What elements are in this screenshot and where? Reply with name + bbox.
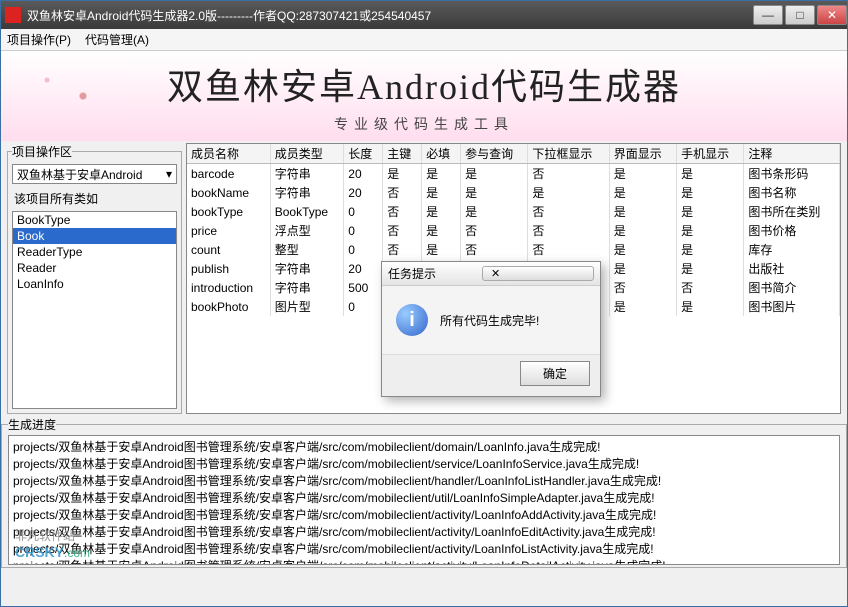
table-row[interactable]: price浮点型0否是否否是是图书价格 — [187, 221, 840, 240]
app-icon — [5, 7, 21, 23]
grid-header[interactable]: 主键 — [383, 144, 422, 164]
table-row[interactable]: bookName字符串20否是是是是是图书名称 — [187, 183, 840, 202]
grid-header[interactable]: 注释 — [744, 144, 840, 164]
menubar: 项目操作(P) 代码管理(A) — [1, 29, 847, 51]
close-button[interactable]: ✕ — [817, 5, 847, 25]
class-list[interactable]: BookTypeBookReaderTypeReaderLoanInfo — [12, 211, 177, 409]
class-item[interactable]: Book — [13, 228, 176, 244]
info-icon: i — [396, 304, 428, 336]
grid-header[interactable]: 手机显示 — [677, 144, 744, 164]
class-item[interactable]: LoanInfo — [13, 276, 176, 292]
menu-project[interactable]: 项目操作(P) — [7, 31, 71, 48]
dialog-ok-button[interactable]: 确定 — [520, 361, 590, 386]
grid-header[interactable]: 成员类型 — [270, 144, 344, 164]
log-line: projects/双鱼林基于安卓Android图书管理系统/安卓客户端/src/… — [13, 523, 835, 540]
table-row[interactable]: barcode字符串20是是是否是是图书条形码 — [187, 164, 840, 184]
project-panel: 项目操作区 双鱼林基于安卓Android 该项目所有类如 BookTypeBoo… — [7, 143, 182, 414]
class-item[interactable]: ReaderType — [13, 244, 176, 260]
maximize-button[interactable]: □ — [785, 5, 815, 25]
watermark: 非凡软件站 CRSKY.com — [15, 527, 90, 560]
table-row[interactable]: bookTypeBookType0否是是否是是图书所在类别 — [187, 202, 840, 221]
minimize-button[interactable]: — — [753, 5, 783, 25]
progress-legend: 生成进度 — [8, 416, 56, 433]
dialog-titlebar[interactable]: 任务提示 ✕ — [382, 262, 600, 286]
log-line: projects/双鱼林基于安卓Android图书管理系统/安卓客户端/src/… — [13, 438, 835, 455]
banner-subtitle: 专业级代码生成工具 — [334, 114, 514, 134]
log-line: projects/双鱼林基于安卓Android图书管理系统/安卓客户端/src/… — [13, 557, 835, 565]
log-line: projects/双鱼林基于安卓Android图书管理系统/安卓客户端/src/… — [13, 506, 835, 523]
log-line: projects/双鱼林基于安卓Android图书管理系统/安卓客户端/src/… — [13, 489, 835, 506]
log-line: projects/双鱼林基于安卓Android图书管理系统/安卓客户端/src/… — [13, 540, 835, 557]
grid-header[interactable]: 必填 — [422, 144, 461, 164]
dialog-message: 所有代码生成完毕! — [440, 312, 539, 329]
project-panel-legend: 项目操作区 — [12, 143, 72, 160]
grid-header[interactable]: 长度 — [344, 144, 383, 164]
grid-header[interactable]: 成员名称 — [187, 144, 270, 164]
grid-header[interactable]: 界面显示 — [609, 144, 676, 164]
class-item[interactable]: Reader — [13, 260, 176, 276]
dialog-close-button[interactable]: ✕ — [482, 266, 594, 281]
app-window: 双鱼林安卓Android代码生成器2.0版---------作者QQ:28730… — [0, 0, 848, 607]
class-list-label: 该项目所有类如 — [14, 190, 177, 207]
project-dropdown[interactable]: 双鱼林基于安卓Android — [12, 164, 177, 184]
log-line: projects/双鱼林基于安卓Android图书管理系统/安卓客户端/src/… — [13, 455, 835, 472]
log-line: projects/双鱼林基于安卓Android图书管理系统/安卓客户端/src/… — [13, 472, 835, 489]
task-dialog: 任务提示 ✕ i 所有代码生成完毕! 确定 — [381, 261, 601, 397]
banner-title: 双鱼林安卓Android代码生成器 — [167, 58, 681, 110]
class-item[interactable]: BookType — [13, 212, 176, 228]
log-output[interactable]: projects/双鱼林基于安卓Android图书管理系统/安卓客户端/src/… — [8, 435, 840, 565]
table-row[interactable]: count整型0否是否否是是库存 — [187, 240, 840, 259]
grid-header[interactable]: 参与查询 — [461, 144, 528, 164]
grid-header[interactable]: 下拉框显示 — [528, 144, 609, 164]
progress-panel: 生成进度 projects/双鱼林基于安卓Android图书管理系统/安卓客户端… — [1, 416, 847, 568]
window-title: 双鱼林安卓Android代码生成器2.0版---------作者QQ:28730… — [27, 7, 751, 24]
titlebar[interactable]: 双鱼林安卓Android代码生成器2.0版---------作者QQ:28730… — [1, 1, 847, 29]
dialog-title: 任务提示 — [388, 265, 482, 282]
menu-code[interactable]: 代码管理(A) — [85, 31, 149, 48]
banner: 双鱼林安卓Android代码生成器 专业级代码生成工具 — [1, 51, 847, 141]
